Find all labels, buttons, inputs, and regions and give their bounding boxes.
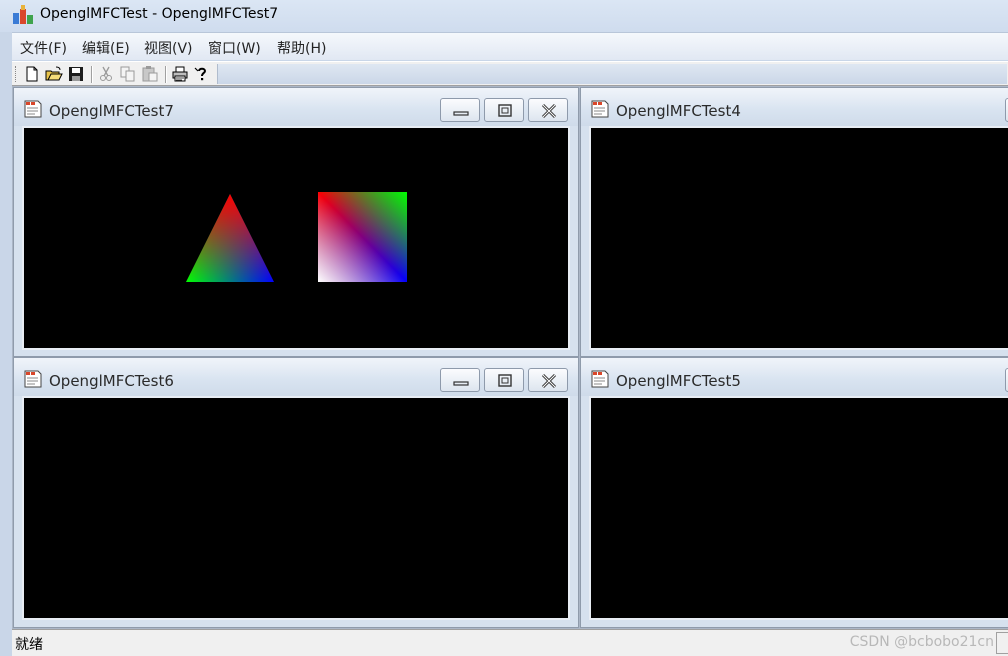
child-title: OpenglMFCTest7 xyxy=(49,102,174,120)
child-title: OpenglMFCTest4 xyxy=(616,102,741,120)
close-button[interactable] xyxy=(528,98,568,122)
child-window-test6[interactable]: OpenglMFCTest6 xyxy=(13,357,579,628)
minimize-icon xyxy=(453,381,469,386)
window-titlebar[interactable]: OpenglMFCTest - OpenglMFCTest7 xyxy=(0,0,1008,32)
child-title: OpenglMFCTest6 xyxy=(49,372,174,390)
opengl-viewport[interactable] xyxy=(22,396,570,620)
copy-button[interactable] xyxy=(119,65,137,83)
toolbar-grip[interactable] xyxy=(15,66,18,82)
maximize-icon xyxy=(498,104,512,117)
cut-icon xyxy=(100,66,112,81)
child-titlebar[interactable]: OpenglMFCTest5 xyxy=(581,358,1008,396)
child-titlebar[interactable]: OpenglMFCTest6 xyxy=(14,358,578,396)
minimize-button[interactable] xyxy=(440,368,480,392)
save-button[interactable] xyxy=(67,65,85,83)
open-folder-icon xyxy=(45,66,63,81)
document-icon xyxy=(590,99,610,119)
app-icon xyxy=(12,5,34,25)
close-icon xyxy=(541,373,557,389)
mdi-client-area: OpenglMFCTest7 OpenglMFCTest4 OpenglMFCT… xyxy=(12,86,1008,629)
close-button[interactable] xyxy=(528,368,568,392)
toolbar-empty-area xyxy=(217,64,1007,84)
paste-icon xyxy=(142,66,158,82)
window-title: OpenglMFCTest - OpenglMFCTest7 xyxy=(40,6,279,22)
status-text: 就绪 xyxy=(15,637,43,653)
child-titlebar[interactable]: OpenglMFCTest7 xyxy=(14,88,578,126)
new-document-icon xyxy=(26,66,38,82)
save-icon xyxy=(69,67,83,81)
menu-file[interactable]: 文件(F) xyxy=(20,38,67,58)
close-icon xyxy=(541,103,557,119)
copy-icon xyxy=(120,66,135,82)
status-pane xyxy=(996,632,1008,654)
menu-help[interactable]: 帮助(H) xyxy=(277,38,326,58)
print-icon xyxy=(172,66,188,82)
child-window-test7[interactable]: OpenglMFCTest7 xyxy=(13,87,579,357)
minimize-icon xyxy=(453,111,469,116)
help-icon xyxy=(194,67,207,81)
watermark: CSDN @bcbobo21cn xyxy=(849,634,994,650)
child-window-test5[interactable]: OpenglMFCTest5 xyxy=(580,357,1008,628)
menu-window[interactable]: 窗口(W) xyxy=(208,38,261,58)
menu-edit[interactable]: 编辑(E) xyxy=(82,38,130,58)
toolbar xyxy=(12,61,1008,86)
open-button[interactable] xyxy=(45,65,63,83)
new-document-button[interactable] xyxy=(23,65,41,83)
toolbar-separator xyxy=(165,66,167,83)
cut-button[interactable] xyxy=(97,65,115,83)
opengl-viewport[interactable] xyxy=(22,126,570,350)
toolbar-separator xyxy=(91,66,93,83)
document-icon xyxy=(590,369,610,389)
help-button[interactable] xyxy=(193,65,211,83)
rgb-square-corner-shade xyxy=(318,192,407,282)
opengl-viewport[interactable] xyxy=(589,396,1008,620)
child-titlebar[interactable]: OpenglMFCTest4 xyxy=(581,88,1008,126)
maximize-button[interactable] xyxy=(484,368,524,392)
maximize-button[interactable] xyxy=(484,98,524,122)
document-icon xyxy=(23,369,43,389)
print-button[interactable] xyxy=(171,65,189,83)
child-title: OpenglMFCTest5 xyxy=(616,372,741,390)
minimize-button[interactable] xyxy=(440,98,480,122)
paste-button[interactable] xyxy=(141,65,159,83)
opengl-viewport[interactable] xyxy=(589,126,1008,350)
child-window-test4[interactable]: OpenglMFCTest4 xyxy=(580,87,1008,357)
menu-bar: 文件(F) 编辑(E) 视图(V) 窗口(W) 帮助(H) xyxy=(12,32,1008,60)
status-bar: 就绪 CSDN @bcbobo21cn xyxy=(12,629,1008,656)
maximize-icon xyxy=(498,374,512,387)
document-icon xyxy=(23,99,43,119)
rgb-triangle-top-shade xyxy=(186,194,274,282)
opengl-scene xyxy=(186,192,407,282)
menu-view[interactable]: 视图(V) xyxy=(144,38,193,58)
